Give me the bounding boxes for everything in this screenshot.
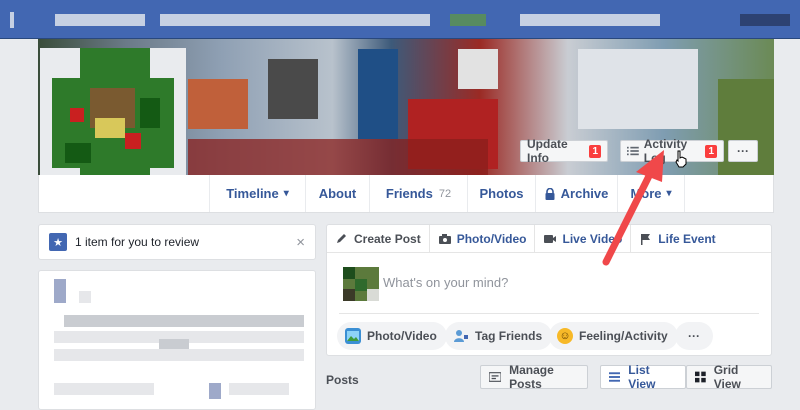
hand-cursor-icon [675,150,687,168]
annotation-arrow [602,150,664,266]
